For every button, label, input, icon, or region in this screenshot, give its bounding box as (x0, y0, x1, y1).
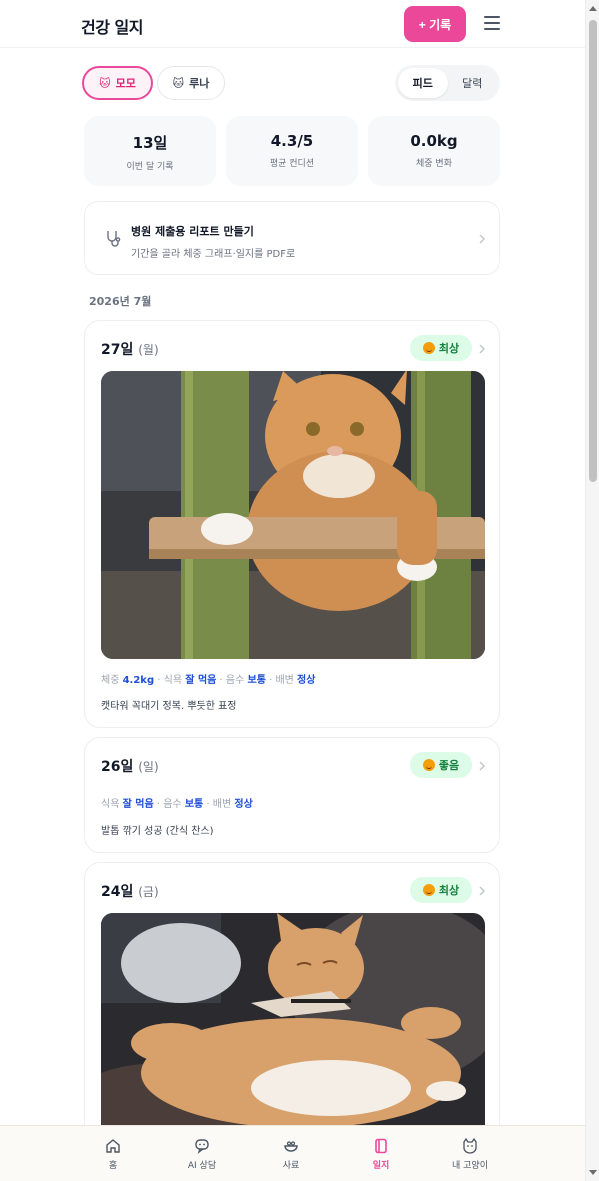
nav-label: 내 고양이 (452, 1161, 488, 1171)
nav-item-ai-chat[interactable]: AI 상담 (167, 1138, 237, 1171)
nav-label: 홈 (108, 1161, 118, 1171)
stat-card-condition: 4.3/5 평균 컨디션 (226, 116, 358, 186)
nav-item-food[interactable]: 사료 (256, 1138, 326, 1171)
page-scrollbar[interactable] (585, 0, 599, 1181)
metric-value: 잘 먹음 (185, 675, 217, 686)
chevron-right-icon (479, 761, 486, 771)
view-feed-option[interactable]: 피드 (398, 68, 448, 98)
stat-value: 4.3/5 (270, 132, 314, 150)
entry-weekday: (월) (138, 343, 159, 357)
scroll-down-arrow-icon[interactable] (589, 1170, 597, 1175)
journal-entry-card[interactable]: 24일 (금) 최상 (84, 862, 500, 1162)
nav-label: 일지 (372, 1161, 390, 1171)
entry-day: 26일 (101, 759, 134, 775)
metric-value: 정상 (297, 675, 316, 686)
entry-photo (101, 913, 485, 1153)
scroll-up-arrow-icon[interactable] (589, 6, 597, 11)
home-icon (106, 1139, 120, 1153)
metric-label: 배변 (275, 675, 294, 686)
stat-card-weight: 0.0kg 체중 변화 (368, 116, 500, 186)
scrollbar-thumb[interactable] (589, 20, 597, 482)
entry-date: 27일 (월) (101, 339, 159, 359)
entry-metrics: 식욕 잘 먹음 · 음수 보통 · 배변 정상 (101, 799, 253, 810)
metric-label: 식욕 (101, 799, 120, 810)
cat-chip-luna[interactable]: 🐱 루나 (157, 66, 225, 100)
view-toggle: 피드 달력 (395, 65, 500, 101)
mood-badge: 최상 (410, 335, 472, 361)
chat-icon (195, 1139, 209, 1154)
chevron-right-icon (479, 234, 486, 244)
cat-face-icon (463, 1138, 477, 1154)
food-bowl-icon (284, 1141, 298, 1152)
cat-emoji-icon: 🐱 (99, 76, 111, 90)
stat-label: 평균 컨디션 (269, 159, 315, 169)
chevron-right-icon (479, 344, 486, 354)
smile-face-icon (422, 884, 435, 896)
stat-card-records: 13일 이번 달 기록 (84, 116, 216, 186)
metric-value: 4.2kg (122, 675, 155, 686)
report-subtitle: 기간을 골라 체중 그래프·일지를 PDF로 (131, 249, 296, 260)
cat-emoji-icon: 🐱 (172, 76, 185, 90)
journal-entry-card[interactable]: 27일 (월) 최상 체중 4.2kg · 식욕 잘 먹음 · 음수 보통 · … (84, 320, 500, 728)
top-header: 건강 일지 + 기록 (0, 0, 585, 48)
metric-label: 음수 (225, 675, 245, 686)
metric-label: 음수 (163, 799, 182, 810)
entry-photo (101, 371, 485, 659)
nav-item-journal[interactable]: 일지 (346, 1138, 416, 1171)
mood-badge: 최상 (410, 877, 472, 903)
stat-label: 이번 달 기록 (126, 162, 174, 172)
stat-value: 0.0kg (410, 132, 458, 150)
journal-entry-card[interactable]: 26일 (일) 좋음 식욕 잘 먹음 · 음수 보통 · 배변 정상 발톱 깎기… (84, 737, 500, 853)
stethoscope-icon (107, 231, 121, 247)
bottom-nav: 홈 AI 상담 사료 일지 내 고양이 (0, 1125, 585, 1181)
cat-chip-momo[interactable]: 🐱 모모 (82, 66, 153, 100)
smile-face-icon (422, 759, 435, 771)
add-record-button[interactable]: + 기록 (404, 6, 466, 42)
metric-value: 정상 (234, 799, 253, 810)
mood-label: 최상 (438, 342, 460, 355)
entry-note: 발톱 깎기 성공 (간식 찬스) (101, 826, 214, 837)
nav-label: AI 상담 (187, 1161, 217, 1171)
cat-chip-label: 모모 (115, 77, 136, 90)
journal-icon (375, 1138, 387, 1154)
nav-label: 사료 (282, 1161, 300, 1171)
sleeping-cat-photo (101, 913, 485, 1153)
page-title: 건강 일지 (81, 18, 143, 37)
metric-label: 체중 (101, 675, 120, 686)
entry-date: 24일 (금) (101, 881, 159, 901)
entry-date: 26일 (일) (101, 756, 159, 776)
entry-weekday: (금) (138, 885, 159, 899)
mood-badge: 좋음 (410, 752, 472, 778)
entry-weekday: (일) (138, 760, 159, 774)
month-header: 2026년 7월 (89, 295, 152, 308)
vet-report-card[interactable]: 병원 제출용 리포트 만들기 기간을 골라 체중 그래프·일지를 PDF로 (84, 201, 500, 275)
report-title: 병원 제출용 리포트 만들기 (131, 225, 254, 238)
entry-metrics: 체중 4.2kg · 식욕 잘 먹음 · 음수 보통 · 배변 정상 (101, 675, 316, 686)
entry-note: 캣타워 꼭대기 정복. 뿌듯한 표정 (101, 701, 237, 712)
entry-day: 27일 (101, 342, 134, 358)
mood-label: 최상 (438, 884, 460, 897)
metric-label: 식욕 (163, 675, 183, 686)
stat-value: 13일 (132, 134, 168, 152)
metric-label: 배변 (212, 799, 232, 810)
metric-value: 잘 먹음 (122, 799, 154, 810)
metric-value: 보통 (184, 799, 204, 810)
stat-label: 체중 변화 (416, 159, 452, 169)
cat-chip-label: 루나 (189, 77, 210, 90)
app-root: 건강 일지 + 기록 🐱 모모 🐱 루나 피드 달력 13일 이번 달 기록 4… (0, 0, 585, 1181)
hamburger-menu-icon[interactable] (484, 16, 500, 30)
nav-item-home[interactable]: 홈 (78, 1138, 148, 1171)
mood-label: 좋음 (438, 759, 460, 772)
smile-face-icon (422, 342, 435, 354)
entry-day: 24일 (101, 884, 134, 900)
view-calendar-option[interactable]: 달력 (448, 68, 498, 98)
chevron-right-icon (479, 886, 486, 896)
nav-item-my-cat[interactable]: 내 고양이 (435, 1138, 505, 1171)
metric-value: 보통 (247, 675, 266, 686)
cat-on-tower-photo (101, 371, 485, 659)
